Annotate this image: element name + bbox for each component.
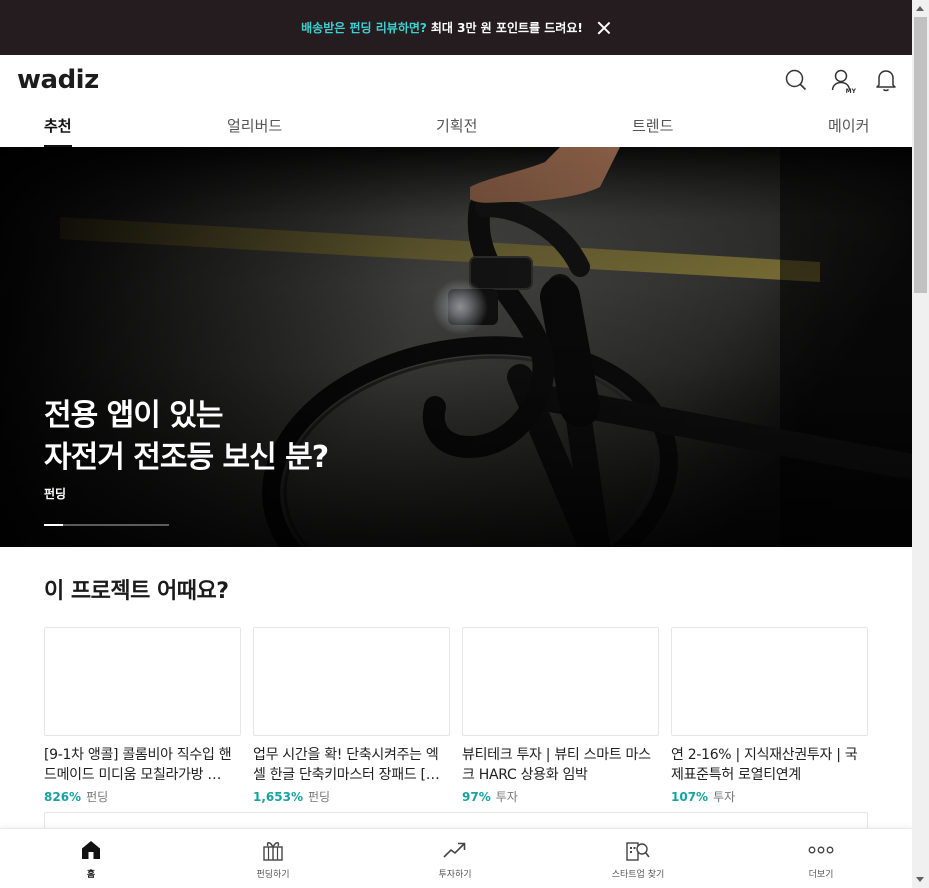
- card-type: 펀딩: [86, 790, 109, 804]
- card-meta: 1,653% 펀딩: [253, 788, 450, 805]
- category-tabs: 추천 얼리버드 기획전 트렌드 메이커: [0, 105, 912, 148]
- header: wadiz MY: [0, 55, 912, 105]
- scroll-down-arrow-icon[interactable]: [916, 877, 924, 882]
- scrollbar-thumb[interactable]: [914, 17, 927, 293]
- promo-highlight: 배송받은 펀딩 리뷰하면?: [301, 21, 427, 35]
- close-icon[interactable]: [597, 21, 611, 35]
- hero-title: 전용 앱이 있는 자전거 전조등 보신 분?: [44, 395, 329, 479]
- home-icon: [80, 837, 102, 863]
- bell-icon[interactable]: [874, 66, 898, 94]
- card-percent: 97%: [462, 790, 491, 804]
- building-search-icon: [625, 837, 651, 863]
- card-meta: 826% 펀딩: [44, 788, 241, 805]
- card-thumbnail[interactable]: [462, 627, 659, 736]
- card-title[interactable]: [9-1차 앵콜] 콜롬비아 직수입 핸드메이드 미디움 모칠라가방 …: [44, 745, 241, 785]
- card-type: 펀딩: [307, 790, 331, 804]
- nav-home-label: 홈: [86, 870, 96, 880]
- card-thumbnail[interactable]: [671, 627, 868, 736]
- trend-up-icon: [442, 837, 468, 863]
- project-cards: [9-1차 앵콜] 콜롬비아 직수입 핸드메이드 미디움 모칠라가방 … 826…: [44, 627, 868, 805]
- card-thumbnail[interactable]: [44, 627, 241, 736]
- nav-invest[interactable]: 투자하기: [410, 837, 500, 885]
- hero-title-line1: 전용 앱이 있는: [44, 398, 224, 433]
- vertical-scrollbar[interactable]: [912, 0, 929, 888]
- more-dots-icon: [808, 837, 834, 863]
- my-label: MY: [845, 88, 856, 95]
- wadiz-logo[interactable]: wadiz: [17, 65, 99, 95]
- hero-title-line2: 자전거 전조등 보신 분?: [44, 440, 329, 475]
- header-icons: MY: [764, 66, 898, 95]
- nav-funding-label: 펀딩하기: [256, 870, 290, 880]
- tab-recommend[interactable]: 추천: [44, 115, 72, 148]
- project-card[interactable]: [9-1차 앵콜] 콜롬비아 직수입 핸드메이드 미디움 모칠라가방 … 826…: [44, 627, 241, 805]
- project-card[interactable]: 연 2-16% | 지식재산권투자 | 국제표준특허 로열티연계 107% 투자: [671, 627, 868, 805]
- nav-startup-label: 스타트업 찾기: [611, 870, 665, 880]
- tab-exhibition[interactable]: 기획전: [436, 115, 477, 147]
- hero-banner[interactable]: 전용 앱이 있는 자전거 전조등 보신 분? 펀딩: [0, 147, 912, 547]
- card-percent: 826%: [44, 790, 82, 804]
- project-card[interactable]: 뷰티테크 투자 | 뷰티 스마트 마스크 HARC 상용화 임박 97% 투자: [462, 627, 659, 805]
- nav-more-label: 더보기: [808, 870, 834, 880]
- hero-image: [0, 147, 912, 547]
- card-percent: 107%: [671, 790, 709, 804]
- tab-early-bird[interactable]: 얼리버드: [227, 115, 282, 147]
- promo-text: 최대 3만 원 포인트를 드려요!: [430, 21, 583, 35]
- nav-funding[interactable]: 펀딩하기: [228, 837, 318, 885]
- card-meta: 107% 투자: [671, 788, 868, 805]
- hero-category: 펀딩: [44, 487, 67, 501]
- card-meta: 97% 투자: [462, 788, 659, 805]
- tab-trend[interactable]: 트렌드: [632, 115, 673, 147]
- card-title[interactable]: 업무 시간을 확! 단축시켜주는 엑셀 한글 단축키마스터 장패드 […: [253, 745, 450, 785]
- card-title[interactable]: 연 2-16% | 지식재산권투자 | 국제표준특허 로열티연계: [671, 745, 868, 785]
- card-type: 투자: [713, 790, 736, 804]
- bottom-nav: 홈 펀딩하기 투자하기 스타트업 찾기 더보기: [0, 828, 912, 888]
- hero-progress-fill: [44, 524, 63, 526]
- nav-invest-label: 투자하기: [438, 870, 472, 880]
- promo-banner[interactable]: 배송받은 펀딩 리뷰하면? 최대 3만 원 포인트를 드려요!: [0, 0, 912, 55]
- card-thumbnail[interactable]: [253, 627, 450, 736]
- hero-progress-bar: [44, 524, 169, 526]
- recommend-section: 이 프로젝트 어때요? [9-1차 앵콜] 콜롬비아 직수입 핸드메이드 미디움…: [0, 573, 912, 805]
- tab-maker[interactable]: 메이커: [828, 115, 869, 147]
- card-title[interactable]: 뷰티테크 투자 | 뷰티 스마트 마스크 HARC 상용화 임박: [462, 745, 659, 785]
- nav-startup[interactable]: 스타트업 찾기: [593, 837, 683, 885]
- gift-icon: [261, 837, 285, 863]
- card-percent: 1,653%: [253, 790, 303, 804]
- card-type: 투자: [495, 790, 518, 804]
- nav-more[interactable]: 더보기: [776, 837, 866, 885]
- search-icon[interactable]: [784, 66, 808, 94]
- nav-home[interactable]: 홈: [46, 837, 136, 885]
- project-card[interactable]: 업무 시간을 확! 단축시켜주는 엑셀 한글 단축키마스터 장패드 [… 1,6…: [253, 627, 450, 805]
- scroll-up-arrow-icon[interactable]: [916, 6, 924, 11]
- my-page-button[interactable]: MY: [828, 66, 856, 95]
- section-title: 이 프로젝트 어때요?: [44, 579, 229, 604]
